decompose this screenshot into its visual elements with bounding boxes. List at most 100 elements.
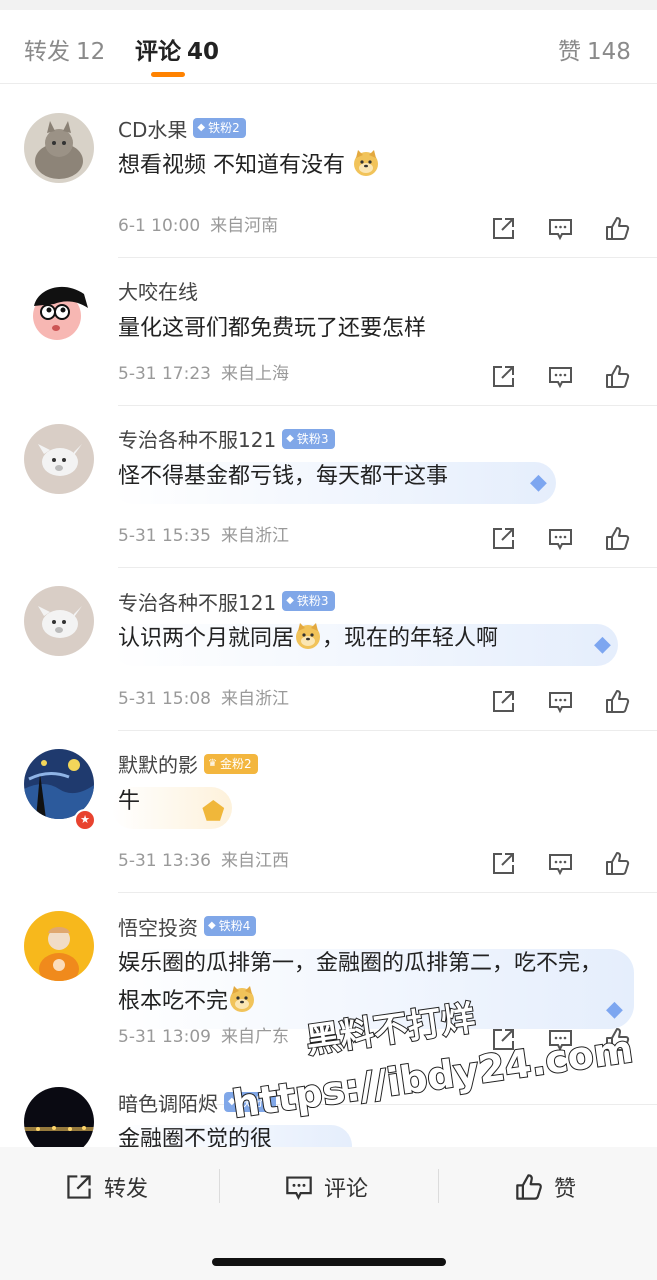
- avatar[interactable]: [24, 748, 94, 819]
- username[interactable]: 专治各种不服121: [118, 424, 276, 453]
- avatar[interactable]: [24, 911, 94, 981]
- comment-meta: 5-31 15:35 来自浙江: [118, 521, 289, 546]
- comment-text-content: 金融圈不觉的很: [118, 1127, 273, 1147]
- tab-comment[interactable]: 评论 40: [135, 32, 219, 66]
- fan-badge-label: 铁粉3: [296, 594, 329, 608]
- comment-header: 专治各种不服121 ◆ 铁粉3: [118, 586, 335, 616]
- avatar[interactable]: [24, 113, 94, 183]
- comment-location: 来自浙江: [220, 526, 289, 546]
- comment-item: ★ 默默的影 ♛ 金粉2 ⬟ 牛 5-31 13:36 来自江西: [0, 731, 657, 894]
- comment-actions: [490, 215, 631, 242]
- comment-header: 默默的影 ♛ 金粉2: [118, 749, 258, 779]
- share-icon: [67, 1175, 91, 1199]
- bottom-comment-button[interactable]: 评论: [284, 1167, 368, 1207]
- bottom-like-button[interactable]: 赞: [514, 1167, 576, 1207]
- username[interactable]: 专治各种不服121: [118, 587, 276, 616]
- fan-badge-label: 铁粉5: [238, 1095, 271, 1109]
- comment-icon[interactable]: [547, 363, 574, 390]
- comment-icon[interactable]: [547, 525, 574, 552]
- fan-badge-label: 铁粉2: [208, 121, 240, 135]
- share-icon[interactable]: [490, 363, 517, 390]
- bottom-repost-button[interactable]: 转发: [64, 1167, 148, 1207]
- fan-badge[interactable]: ◆ 铁粉2: [193, 118, 246, 138]
- comment-location: 来自浙江: [220, 688, 289, 709]
- comment-actions: [490, 525, 631, 552]
- comment-text: 娱乐圈的瓜排第一，金融圈的瓜排第二，吃不完，根本吃不完: [118, 945, 617, 1021]
- username[interactable]: 暗色调陌烬: [118, 1088, 218, 1117]
- share-icon[interactable]: [490, 850, 517, 877]
- fan-badge[interactable]: ◆ 铁粉5: [224, 1092, 277, 1112]
- share-icon[interactable]: [490, 688, 517, 715]
- comment-text-content: 量化这哥们都免费玩了还要怎样: [118, 315, 427, 341]
- like-icon[interactable]: [604, 525, 631, 552]
- comment-item: CD水果 ◆ 铁粉2 想看视频 不知道有没有 6-1 10:00 来自河南: [0, 95, 657, 258]
- tab-like[interactable]: 赞 148: [558, 32, 631, 66]
- comment-meta: 5-31 15:08 来自浙江: [118, 684, 289, 709]
- comment-text: 怪不得基金都亏钱，每天都干这事: [118, 458, 617, 496]
- comment-actions: [490, 688, 631, 715]
- username[interactable]: 默默的影: [118, 749, 198, 778]
- tab-repost-label: 转发: [24, 39, 70, 65]
- comment-text-content: 认识两个月就同居: [118, 626, 295, 651]
- comment-item: 专治各种不服121 ◆ 铁粉3 ◆ 认识两个月就同居 ，现在的年轻人啊 5-31 1…: [0, 568, 657, 731]
- diamond-icon: ◆: [197, 122, 206, 133]
- comment-icon[interactable]: [547, 688, 574, 715]
- comment-location: 来自广东: [220, 1027, 289, 1047]
- share-icon[interactable]: [490, 525, 517, 552]
- comment-header: 暗色调陌烬 ◆ 铁粉5: [118, 1087, 277, 1117]
- share-icon[interactable]: [490, 1026, 517, 1053]
- fan-badge[interactable]: ◆ 铁粉3: [282, 591, 335, 611]
- comment-header: 悟空投资 ◆ 铁粉4: [118, 911, 257, 941]
- like-icon[interactable]: [604, 688, 631, 715]
- avatar[interactable]: [24, 275, 94, 346]
- comment-time: 5-31 17:23: [118, 363, 211, 384]
- comment-meta: 5-31 17:23 来自上海: [118, 359, 289, 384]
- tab-repost[interactable]: 转发 12: [24, 32, 105, 66]
- bottom-action-bar: 转发 评论 赞: [0, 1147, 657, 1280]
- comment-location: 来自上海: [220, 363, 289, 384]
- comment-header: CD水果 ◆ 铁粉2: [118, 113, 246, 143]
- username[interactable]: 悟空投资: [118, 912, 198, 941]
- like-icon[interactable]: [604, 215, 631, 242]
- divider: [0, 83, 657, 84]
- avatar[interactable]: [24, 423, 94, 494]
- comment-icon[interactable]: [547, 850, 574, 877]
- comment-location: 来自河南: [210, 215, 279, 236]
- avatar[interactable]: [24, 1087, 94, 1147]
- comment-actions: [490, 363, 631, 390]
- comment-text-content: 想看视频 不知道有没有: [118, 153, 345, 178]
- fan-badge[interactable]: ♛ 金粉2: [204, 753, 258, 774]
- comment-time: 5-31 13:09: [118, 1027, 211, 1047]
- comment-icon: [286, 1176, 312, 1201]
- username[interactable]: 大咬在线: [118, 276, 198, 305]
- comment-item: 大咬在线 量化这哥们都免费玩了还要怎样 5-31 17:23 来自上海: [0, 258, 657, 406]
- comment-text-content: 怪不得基金都亏钱，每天都干这事: [118, 463, 449, 489]
- like-icon[interactable]: [604, 850, 631, 877]
- doge-emoji-icon: [296, 623, 321, 649]
- doge-emoji-icon: [230, 986, 255, 1012]
- comment-text: 牛: [118, 783, 617, 821]
- tab-bar: 转发 12 评论 40 赞 148: [0, 10, 657, 84]
- tab-like-count: 148: [587, 39, 631, 65]
- comment-text-content-after: ，现在的年轻人啊: [322, 626, 499, 651]
- like-icon[interactable]: [604, 363, 631, 390]
- bottom-like-label: 赞: [554, 1177, 577, 1202]
- like-icon: [516, 1174, 542, 1200]
- comment-text: 金融圈不觉的很: [118, 1121, 617, 1147]
- home-indicator[interactable]: [212, 1258, 446, 1266]
- fan-badge[interactable]: ◆ 铁粉4: [204, 916, 257, 936]
- diamond-icon: ◆: [228, 1096, 236, 1107]
- avatar[interactable]: [24, 586, 94, 656]
- comment-icon[interactable]: [547, 215, 574, 242]
- comment-text: 认识两个月就同居 ，现在的年轻人啊: [118, 620, 617, 658]
- username[interactable]: CD水果: [118, 114, 187, 143]
- fan-badge[interactable]: ◆ 铁粉3: [282, 428, 335, 449]
- comment-item: 专治各种不服121 ◆ 铁粉3 ◆ 怪不得基金都亏钱，每天都干这事 5-31 15…: [0, 406, 657, 569]
- active-tab-indicator: [151, 72, 185, 77]
- comment-time: 5-31 15:35: [118, 526, 211, 546]
- comment-icon[interactable]: [547, 1026, 574, 1053]
- comment-item: 暗色调陌烬 ◆ 铁粉5 金融圈不觉的很: [0, 1069, 657, 1147]
- like-icon[interactable]: [604, 1026, 631, 1053]
- comment-list[interactable]: CD水果 ◆ 铁粉2 想看视频 不知道有没有 6-1 10:00 来自河南 大咬在线…: [0, 95, 657, 1147]
- share-icon[interactable]: [490, 215, 517, 242]
